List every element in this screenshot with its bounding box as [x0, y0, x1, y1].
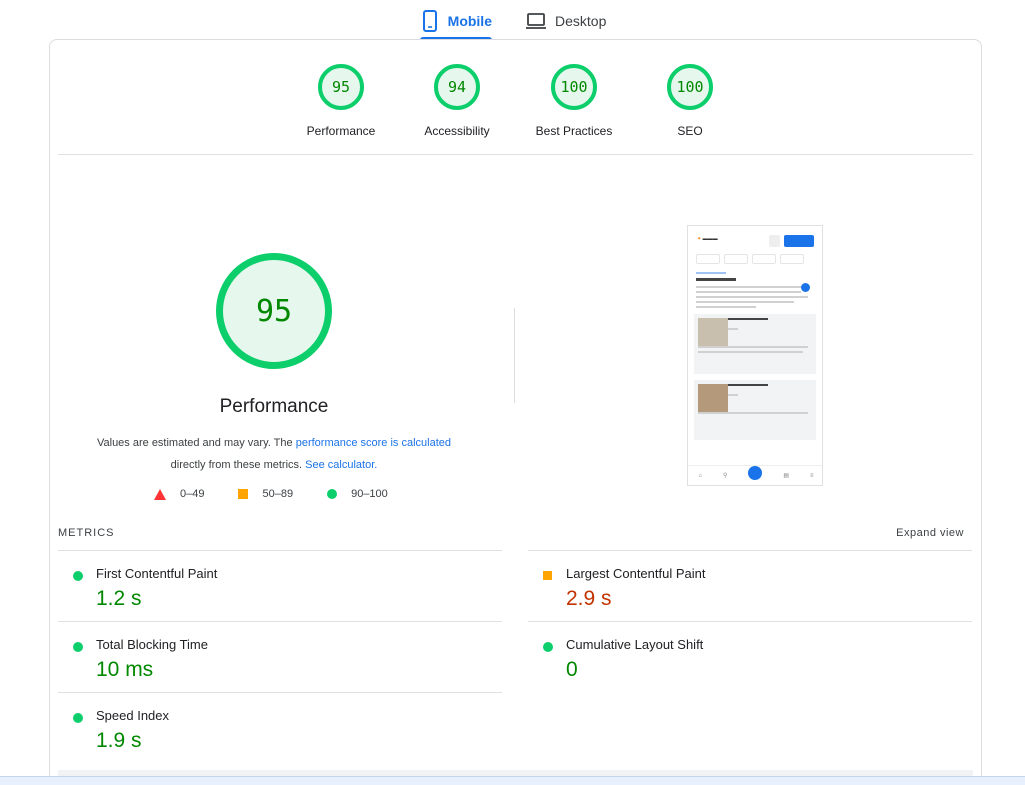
- nodes-icon: ⚲: [723, 473, 728, 479]
- home-icon: ⌂: [698, 472, 703, 479]
- report-card: 95 Performance 94 Accessibility 100 Best…: [49, 39, 982, 785]
- metric-fcp: First Contentful Paint 1.2 s: [58, 550, 502, 621]
- expand-view-button[interactable]: Expand view: [896, 527, 964, 539]
- tab-mobile-label: Mobile: [447, 13, 492, 29]
- metric-speed-index: Speed Index 1.9 s: [58, 692, 502, 763]
- metric-name: First Contentful Paint: [96, 566, 218, 581]
- device-tabs: Mobile Desktop: [0, 0, 1025, 40]
- metric-name: Cumulative Layout Shift: [566, 637, 704, 652]
- gauge-ring: 100: [667, 64, 713, 110]
- metric-lcp: Largest Contentful Paint 2.9 s: [528, 550, 972, 621]
- tab-desktop-label: Desktop: [555, 13, 607, 29]
- gauge-best-practices[interactable]: 100 Best Practices: [514, 64, 634, 138]
- page-bottom-strip: [0, 776, 1025, 785]
- gauge-label: Best Practices: [535, 124, 613, 138]
- triangle-icon: [154, 488, 166, 500]
- legend-range: 90–100: [351, 488, 388, 500]
- pass-circle-icon: [73, 713, 83, 723]
- thumb-fab: [801, 283, 810, 292]
- legend-average: 50–89: [238, 488, 293, 500]
- thumb-image: [698, 318, 728, 346]
- circle-icon: [327, 489, 338, 499]
- tab-desktop[interactable]: Desktop: [525, 4, 606, 38]
- metrics-heading: METRICS: [58, 527, 115, 539]
- note-text: Values are estimated and may vary. The: [96, 437, 296, 449]
- thumb-logo: ✦ ▬▬▬: [697, 236, 718, 242]
- divider: [58, 154, 973, 155]
- thumb-chips: [688, 254, 822, 264]
- add-icon: [748, 465, 763, 480]
- laptop-icon: [525, 10, 547, 32]
- see-calculator-link[interactable]: See calculator.: [305, 459, 377, 471]
- gauge-label: SEO: [677, 124, 703, 138]
- average-square-icon: [543, 571, 552, 580]
- final-screenshot[interactable]: ✦ ▬▬▬ ⌂ ⚲ ▤ ≡: [687, 225, 823, 486]
- thumb-card: [694, 314, 816, 374]
- vertical-divider: [514, 308, 515, 403]
- legend-range: 50–89: [262, 488, 294, 500]
- thumb-image: [698, 384, 728, 412]
- metric-name: Total Blocking Time: [96, 637, 208, 652]
- tab-mobile[interactable]: Mobile: [420, 4, 492, 40]
- menu-icon: ≡: [809, 472, 814, 479]
- metric-value: 1.2 s: [96, 587, 142, 610]
- thumb-button: [769, 235, 780, 247]
- metric-value: 0: [566, 658, 578, 681]
- pass-circle-icon: [73, 571, 83, 581]
- smartphone-icon: [420, 10, 440, 32]
- thumb-header: ✦ ▬▬▬: [688, 226, 822, 254]
- gauge-ring: 95: [318, 64, 364, 110]
- gauge-ring: 94: [434, 64, 480, 110]
- pass-circle-icon: [543, 642, 553, 652]
- note-text: directly from these metrics.: [170, 459, 306, 471]
- thumb-bottom-nav: ⌂ ⚲ ▤ ≡: [688, 465, 822, 485]
- metric-cls: Cumulative Layout Shift 0: [528, 621, 972, 692]
- thumb-intro: [696, 272, 814, 308]
- gauge-performance[interactable]: 95 Performance: [281, 64, 401, 138]
- metric-value: 1.9 s: [96, 729, 142, 752]
- performance-title: Performance: [219, 396, 329, 417]
- metric-value: 2.9 s: [566, 587, 612, 610]
- metric-name: Largest Contentful Paint: [566, 566, 706, 581]
- pass-circle-icon: [73, 642, 83, 652]
- gauge-label: Performance: [306, 124, 376, 138]
- legend-pass: 90–100: [327, 488, 388, 500]
- performance-note: Values are estimated and may vary. The p…: [74, 432, 474, 476]
- gauge-accessibility[interactable]: 94 Accessibility: [397, 64, 517, 138]
- score-legend: 0–49 50–89 90–100: [154, 488, 422, 500]
- metric-tbt: Total Blocking Time 10 ms: [58, 621, 502, 692]
- list-icon: ▤: [783, 473, 790, 479]
- performance-score-gauge: 95: [216, 253, 332, 369]
- score-calculated-link[interactable]: performance score is calculated: [296, 437, 451, 449]
- thumb-card: [694, 380, 816, 440]
- metric-value: 10 ms: [96, 658, 154, 681]
- square-icon: [238, 489, 249, 499]
- legend-fail: 0–49: [154, 488, 204, 500]
- gauge-label: Accessibility: [424, 124, 490, 138]
- thumb-button: [784, 235, 814, 247]
- legend-range: 0–49: [180, 488, 205, 500]
- metric-name: Speed Index: [96, 708, 170, 723]
- gauge-ring: 100: [551, 64, 597, 110]
- gauge-seo[interactable]: 100 SEO: [630, 64, 750, 138]
